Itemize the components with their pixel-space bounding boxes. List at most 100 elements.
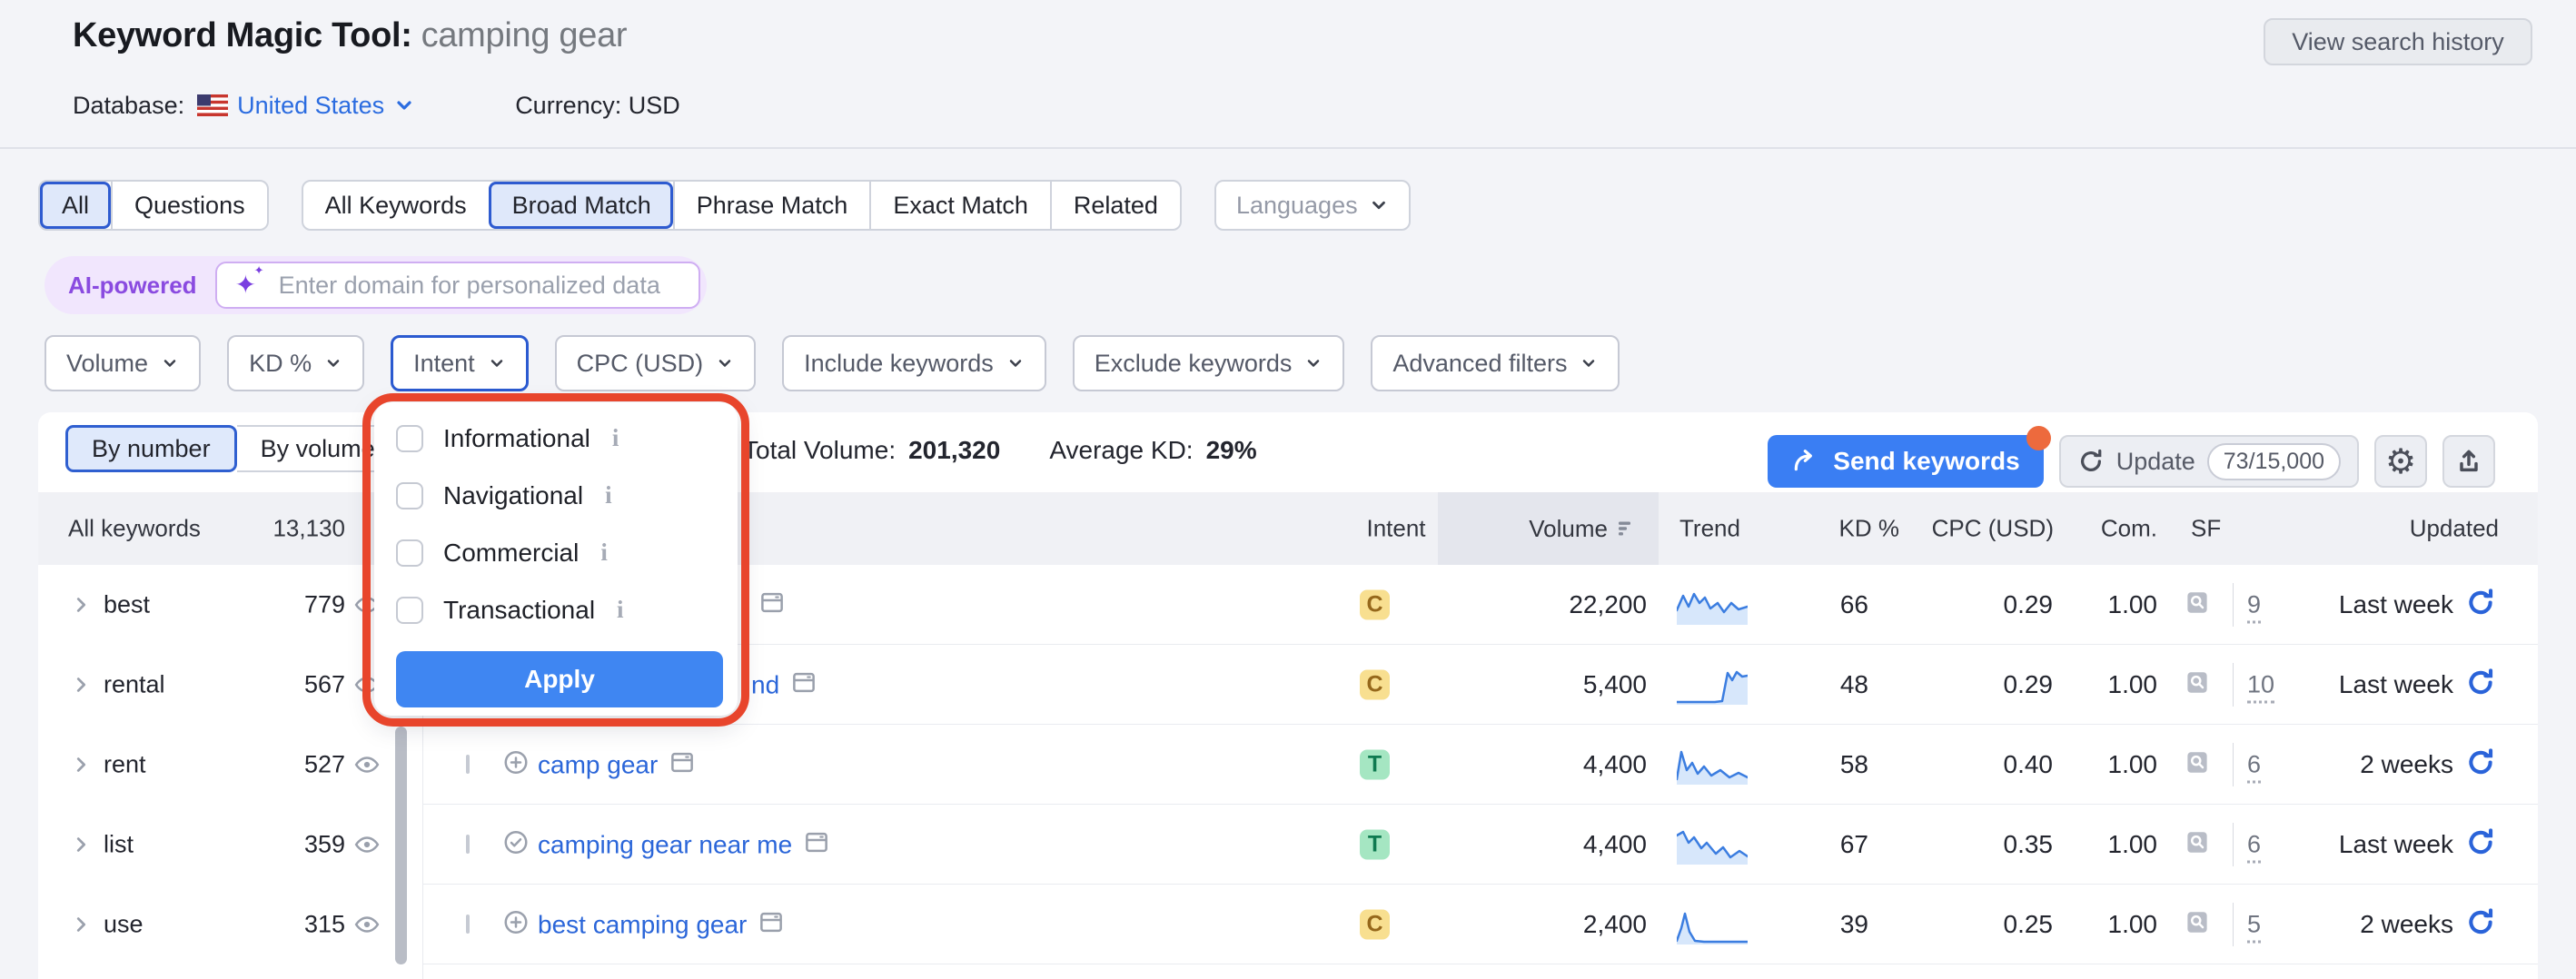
option-checkbox[interactable] xyxy=(396,425,423,452)
refresh-row-button[interactable] xyxy=(2465,827,2496,863)
sf-count[interactable]: 10 xyxy=(2247,671,2274,704)
sf-count[interactable]: 6 xyxy=(2247,831,2261,864)
chevron-down-icon xyxy=(1006,354,1025,372)
toolbar-actions: Send keywords Update 73/15,000 ⚙ xyxy=(1768,435,2495,488)
kd-value: 66 xyxy=(1840,590,1868,619)
intent-badge: C xyxy=(1360,670,1390,700)
gear-icon: ⚙ xyxy=(2385,444,2416,479)
database-chevron-down-icon[interactable] xyxy=(393,94,415,116)
refresh-metrics-icon xyxy=(2465,907,2496,938)
tab-exact-match[interactable]: Exact Match xyxy=(869,182,1050,229)
info-icon[interactable]: i xyxy=(605,481,612,509)
tab-related[interactable]: Related xyxy=(1050,182,1180,229)
filter-advanced-filters[interactable]: Advanced filters xyxy=(1371,335,1620,391)
filter-intent[interactable]: Intent xyxy=(391,335,529,391)
refresh-icon xyxy=(2077,448,2105,475)
option-checkbox[interactable] xyxy=(396,482,423,509)
filter-volume[interactable]: Volume xyxy=(45,335,201,391)
filter-include-keywords[interactable]: Include keywords xyxy=(782,335,1046,391)
tab-all-keywords[interactable]: All Keywords xyxy=(303,182,489,229)
summary-stats: Total Volume: 201,320 Average KD: 29% xyxy=(743,434,1257,467)
trend-sparkline xyxy=(1677,745,1748,785)
refresh-metrics-icon xyxy=(2465,747,2496,778)
serp-features-icon xyxy=(2184,909,2211,936)
kd-value: 67 xyxy=(1840,830,1868,859)
volume-value: 2,400 xyxy=(1583,910,1647,939)
export-button[interactable] xyxy=(2442,435,2495,488)
filter-exclude-keywords[interactable]: Exclude keywords xyxy=(1073,335,1345,391)
tab-phrase-match[interactable]: Phrase Match xyxy=(673,182,870,229)
option-checkbox[interactable] xyxy=(396,597,423,624)
keyword-link[interactable]: nd xyxy=(751,670,779,699)
send-keywords-button[interactable]: Send keywords xyxy=(1768,435,2043,488)
serp-preview-icon xyxy=(803,829,830,856)
sf-divider xyxy=(2233,743,2234,786)
column-cpc[interactable]: CPC (USD) xyxy=(1932,515,2054,543)
filter-cpc-usd[interactable]: CPC (USD) xyxy=(555,335,757,391)
chevron-down-icon xyxy=(1580,354,1598,372)
tab-broad-match[interactable]: Broad Match xyxy=(489,182,673,229)
com-value: 1.00 xyxy=(2108,750,2158,779)
chevron-down-icon xyxy=(1369,195,1389,215)
sf-divider xyxy=(2233,903,2234,946)
option-label: Commercial xyxy=(443,539,579,568)
tab-group-all-questions: AllQuestions xyxy=(38,180,269,231)
sf-count[interactable]: 5 xyxy=(2247,911,2261,944)
keyword-link[interactable]: camp gear xyxy=(538,750,658,779)
com-value: 1.00 xyxy=(2108,590,2158,619)
all-keywords-header-label: All keywords xyxy=(68,515,201,543)
refresh-row-button[interactable] xyxy=(2465,588,2496,623)
kd-value: 48 xyxy=(1840,670,1868,699)
row-checkbox[interactable] xyxy=(466,755,470,774)
refresh-row-button[interactable] xyxy=(2465,747,2496,783)
languages-dropdown-button[interactable]: Languages xyxy=(1214,180,1411,231)
chevron-down-icon xyxy=(161,354,179,372)
database-row: Database: United States Currency: USD xyxy=(73,90,680,121)
intent-option-navigational[interactable]: Navigationali xyxy=(374,467,738,524)
info-icon[interactable]: i xyxy=(617,596,624,624)
volume-value: 4,400 xyxy=(1583,750,1647,779)
cpc-value: 0.40 xyxy=(2004,750,2054,779)
export-icon xyxy=(2454,447,2483,476)
keyword-link[interactable]: camping gear near me xyxy=(538,830,792,859)
column-volume[interactable]: Volume xyxy=(1438,492,1637,565)
intent-option-informational[interactable]: Informationali xyxy=(374,410,738,467)
database-value-link[interactable]: United States xyxy=(237,92,384,120)
domain-input[interactable] xyxy=(277,271,680,301)
volume-value: 4,400 xyxy=(1583,830,1647,859)
column-kd[interactable]: KD % xyxy=(1839,515,1899,543)
refresh-row-button[interactable] xyxy=(2465,907,2496,943)
row-checkbox[interactable] xyxy=(466,835,470,854)
intent-option-transactional[interactable]: Transactionali xyxy=(374,581,738,638)
ai-powered-badge: AI-powered xyxy=(68,272,197,300)
sf-count[interactable]: 6 xyxy=(2247,751,2261,784)
apply-button[interactable]: Apply xyxy=(396,651,723,707)
intent-option-commercial[interactable]: Commercial i xyxy=(374,524,738,581)
tab-all[interactable]: All xyxy=(40,182,111,229)
refresh-row-button[interactable] xyxy=(2465,668,2496,703)
row-checkbox[interactable] xyxy=(466,915,470,934)
sf-count[interactable]: 9 xyxy=(2247,591,2261,624)
sf-divider xyxy=(2233,583,2234,627)
column-trend[interactable]: Trend xyxy=(1679,515,1740,543)
column-updated[interactable]: Updated xyxy=(2410,515,2499,543)
view-search-history-button[interactable]: View search history xyxy=(2264,18,2532,65)
trend-sparkline xyxy=(1677,585,1748,625)
option-checkbox[interactable] xyxy=(396,539,423,567)
view-toggle: By numberBy volume xyxy=(65,425,401,472)
tab-questions[interactable]: Questions xyxy=(111,182,267,229)
serp-features-icon xyxy=(2184,749,2211,776)
serp-preview-icon xyxy=(790,669,817,697)
updated-value: 2 weeks xyxy=(2360,750,2453,779)
page-title: Keyword Magic Tool:camping gear xyxy=(73,16,627,55)
update-button[interactable]: Update 73/15,000 xyxy=(2059,435,2359,488)
toggle-by-number[interactable]: By number xyxy=(65,425,237,472)
refresh-metrics-icon xyxy=(2465,827,2496,858)
column-com[interactable]: Com. xyxy=(2101,515,2157,543)
column-sf[interactable]: SF xyxy=(2191,515,2221,543)
info-icon[interactable]: i xyxy=(612,424,619,452)
settings-button[interactable]: ⚙ xyxy=(2374,435,2427,488)
keyword-link[interactable]: best camping gear xyxy=(538,910,747,939)
info-icon[interactable]: i xyxy=(600,539,608,567)
filter-kd[interactable]: KD % xyxy=(227,335,364,391)
